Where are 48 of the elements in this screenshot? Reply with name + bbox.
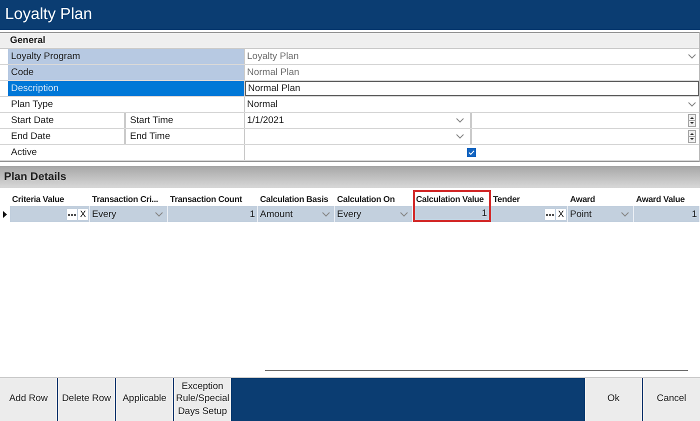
dialog-button[interactable]: Cancel [643, 378, 700, 421]
field-label: Code [8, 65, 245, 80]
chevron-down-icon [322, 212, 330, 216]
dropdown[interactable]: Amount [258, 206, 334, 222]
chevron-down-icon [688, 102, 696, 107]
field-label: Start Date [8, 113, 125, 128]
date-dropdown[interactable]: 1/1/2021 [245, 113, 472, 128]
field-label: Active [8, 145, 245, 160]
spinner-icon[interactable] [688, 130, 696, 143]
dropdown[interactable]: Normal [245, 97, 699, 112]
section-title: Plan Details [4, 171, 66, 183]
lookup-field[interactable]: X [10, 206, 89, 222]
field-label: Description [8, 81, 245, 96]
field-label: End Date [8, 129, 125, 144]
chevron-down-icon [621, 212, 629, 216]
field-label: Plan Type [8, 97, 245, 112]
action-button[interactable]: Add Row [0, 378, 57, 421]
dropdown[interactable]: Every [90, 206, 167, 222]
dialog-button[interactable]: Ok [585, 378, 642, 421]
action-button[interactable]: Applicable [116, 378, 173, 421]
clear-button[interactable]: X [78, 208, 88, 220]
section-title: General [10, 35, 46, 46]
chevron-down-icon [456, 134, 464, 139]
spinner-icon[interactable] [688, 114, 696, 127]
chevron-down-icon [155, 212, 163, 216]
lookup-field[interactable]: X [491, 206, 567, 222]
clear-button[interactable]: X [556, 208, 566, 220]
text-field[interactable]: Normal Plan [245, 81, 699, 96]
chevron-down-icon [400, 212, 408, 216]
table-cell-text: 1 [480, 208, 488, 218]
action-button[interactable]: Delete Row [58, 378, 115, 421]
table-cell-text: 1 [248, 208, 256, 220]
horizontal-scrollbar[interactable] [265, 370, 688, 371]
chevron-down-icon [688, 54, 696, 59]
checkbox[interactable] [467, 148, 476, 157]
text-field[interactable]: Normal Plan [245, 65, 699, 80]
action-button[interactable]: Exception Rule/Special Days Setup [174, 378, 231, 421]
window-title: Loyalty Plan [5, 6, 92, 24]
dropdown[interactable]: Point [568, 206, 633, 222]
more-icon[interactable] [544, 208, 555, 220]
more-icon[interactable] [66, 208, 77, 220]
dropdown[interactable]: Every [335, 206, 412, 222]
chevron-down-icon [456, 118, 464, 123]
field-label: Start Time [125, 113, 245, 128]
dropdown[interactable]: Loyalty Plan [245, 49, 699, 64]
field-label: End Time [125, 129, 245, 144]
table-cell-text: 1 [690, 208, 698, 220]
field-label: Loyalty Program [8, 49, 245, 64]
